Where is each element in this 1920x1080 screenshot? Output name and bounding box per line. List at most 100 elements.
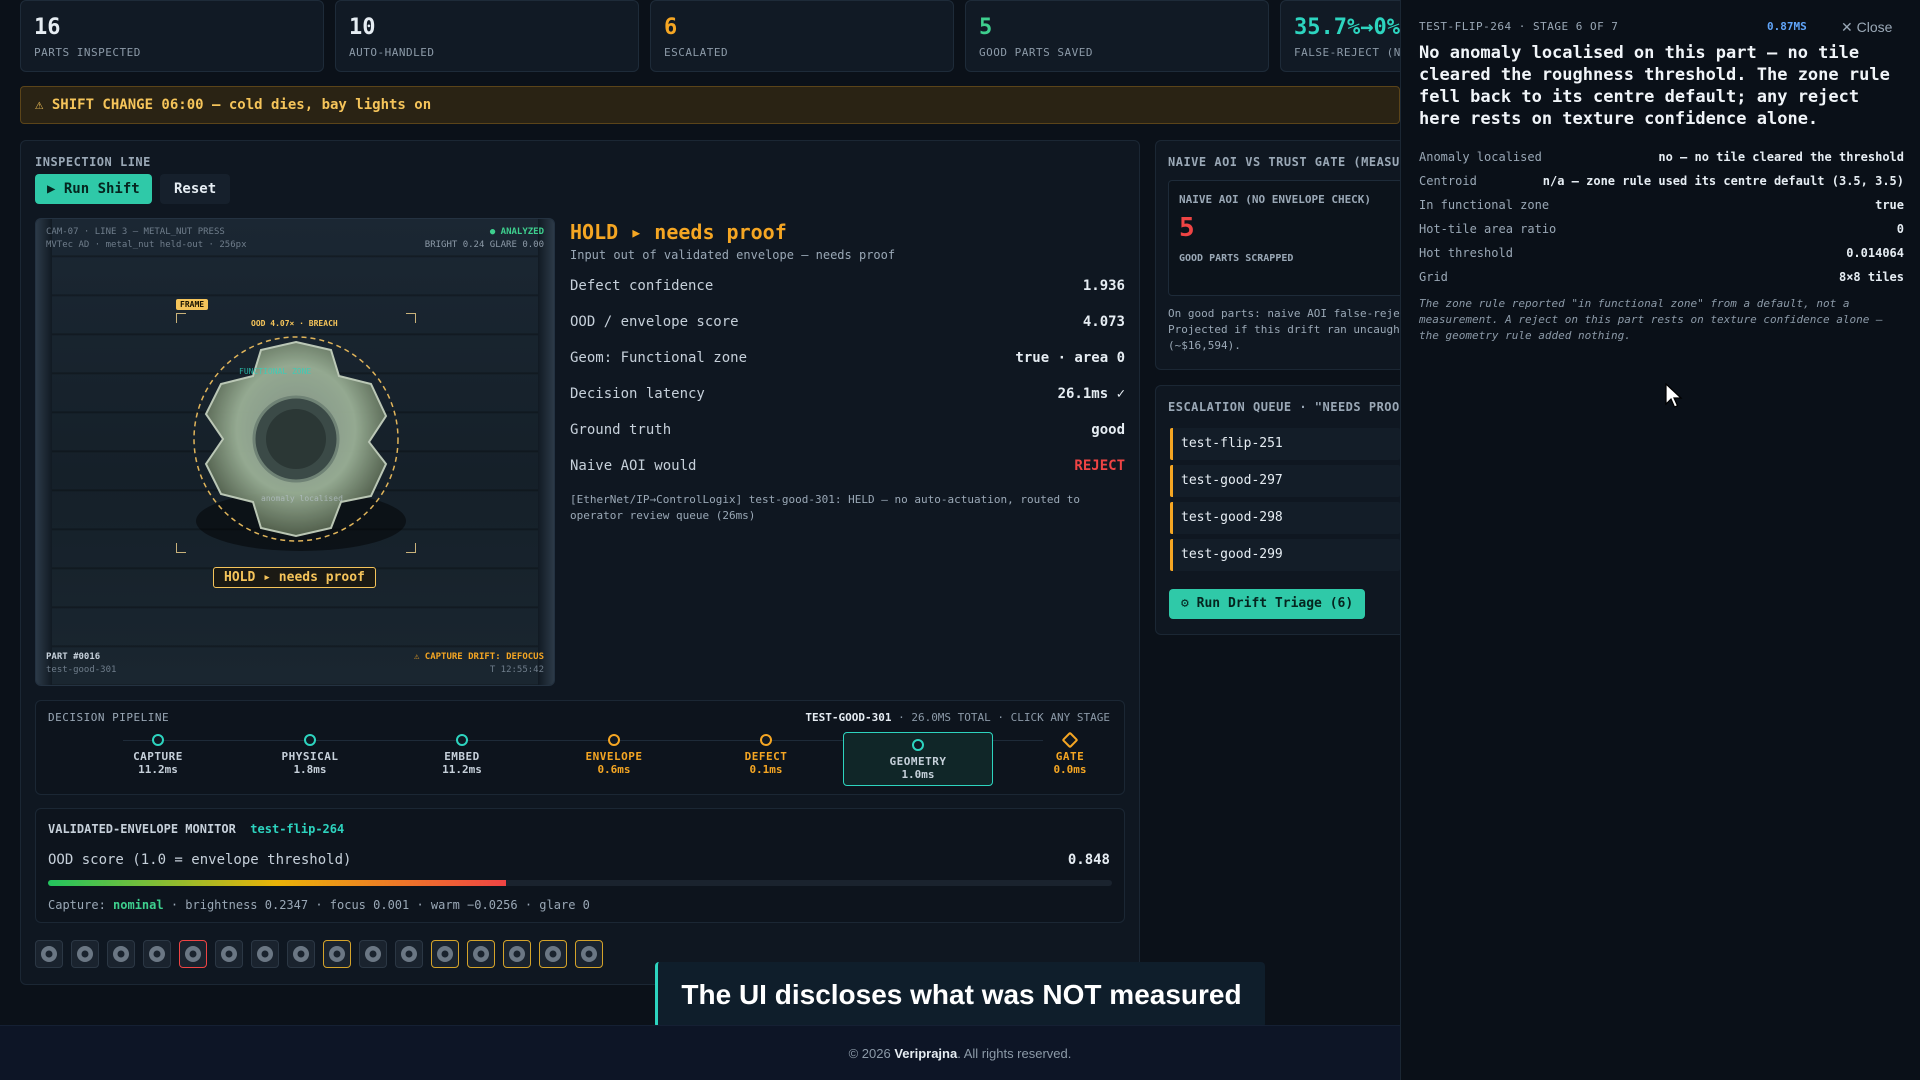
fact-row: Anomaly localised no — no tile cleared th… <box>1419 150 1904 164</box>
camera-header-left-2: MVTec AD · metal_nut held-out · 256px <box>46 240 247 250</box>
queue-item[interactable]: test-good-297 <box>1170 465 1400 497</box>
stage-heading: No anomaly localised on this part — no t… <box>1419 43 1890 129</box>
kpi-value: 6 <box>664 15 678 40</box>
analyzed-status: ● ANALYZED <box>489 227 544 237</box>
part-id: test-good-301 <box>46 665 117 675</box>
capture-state: nominal <box>113 898 164 912</box>
metal-nut-icon <box>329 946 345 962</box>
frame-tag: FRAME <box>176 299 209 310</box>
shift-change-banner: ⚠ SHIFT CHANGE 06:00 — cold dies, bay li… <box>20 86 1400 124</box>
kpi-parts-inspected: 16 PARTS INSPECTED <box>20 0 324 72</box>
decision-heading: HOLD ▸ needs proof <box>570 220 787 244</box>
stage-capture[interactable]: CAPTURE 11.2ms <box>83 734 233 776</box>
stage-geometry[interactable]: GEOMETRY 1.0ms <box>843 732 993 786</box>
metal-nut-icon <box>185 946 201 962</box>
part-thumbnail[interactable] <box>539 940 567 968</box>
plc-log: [EtherNet/IP→ControlLogix] test-good-301… <box>570 493 1080 522</box>
metal-nut-icon <box>149 946 165 962</box>
metal-nut-image <box>193 336 399 542</box>
metric-row: Defect confidence 1.936 <box>570 278 1125 294</box>
metal-nut-icon <box>257 946 273 962</box>
queue-item[interactable]: test-good-298 <box>1170 502 1400 534</box>
part-thumbnail[interactable] <box>287 940 315 968</box>
part-thumbnail[interactable] <box>179 940 207 968</box>
bright-glare-readout: BRIGHT 0.24 GLARE 0.00 <box>424 240 544 250</box>
metric-row: Naive AOI would REJECT <box>570 458 1125 474</box>
metric-row: OOD / envelope score 4.073 <box>570 314 1125 330</box>
video-caption: The UI discloses what was NOT measured <box>655 962 1265 1028</box>
kpi-value: 10 <box>349 15 376 40</box>
metric-row: Ground truth good <box>570 422 1125 438</box>
naive-aoi-notes: On good parts: naive AOI false-reje Proj… <box>1168 307 1400 352</box>
kpi-false-reject: 35.7%→0% FALSE-REJECT (N <box>1280 0 1420 72</box>
fact-row: Hot-tile area ratio 0 <box>1419 222 1904 236</box>
metal-nut-icon <box>581 946 597 962</box>
stage-physical[interactable]: PHYSICAL 1.8ms <box>235 734 385 776</box>
reset-button[interactable]: Reset <box>160 174 231 204</box>
metal-nut-icon <box>545 946 561 962</box>
kpi-label: FALSE-REJECT (N <box>1294 46 1401 59</box>
kpi-value: 35.7%→0% <box>1294 15 1400 40</box>
kpi-value: 16 <box>34 15 61 40</box>
part-thumbnail[interactable] <box>323 940 351 968</box>
close-button[interactable]: ✕ Close <box>1841 19 1892 36</box>
kpi-auto-handled: 10 AUTO-HANDLED <box>335 0 639 72</box>
capture-readout: Capture: nominal · brightness 0.2347 · f… <box>48 898 590 912</box>
queue-item[interactable]: test-good-299 <box>1170 539 1400 571</box>
naive-vs-gate-title: NAIVE AOI VS TRUST GATE (MEASU <box>1168 155 1400 169</box>
metal-nut-icon <box>473 946 489 962</box>
ood-score-track <box>48 880 1112 886</box>
part-thumbnail[interactable] <box>395 940 423 968</box>
kpi-escalated: 6 ESCALATED <box>650 0 954 72</box>
kpi-label: AUTO-HANDLED <box>349 46 435 59</box>
metal-nut-icon <box>41 946 57 962</box>
metal-nut-icon <box>365 946 381 962</box>
capture-drift-warning: ⚠ CAPTURE DRIFT: DEFOCUS <box>413 652 544 662</box>
ood-score-bar <box>48 880 506 886</box>
part-thumbnail[interactable] <box>107 940 135 968</box>
run-shift-button[interactable]: ▶ Run Shift <box>35 174 152 204</box>
ood-score-label: OOD score (1.0 = envelope threshold) <box>48 852 352 868</box>
brand-name: Veriprajna <box>894 1046 958 1061</box>
part-thumbnail[interactable] <box>467 940 495 968</box>
fact-row: Centroid n/a — zone rule used its centre … <box>1419 174 1904 188</box>
queue-item[interactable]: test-flip-251 <box>1170 428 1400 460</box>
footer-text: © 2026 Veriprajna. All rights reserved. <box>848 1046 1072 1061</box>
metal-nut-icon <box>77 946 93 962</box>
stage-facts: Anomaly localised no — no tile cleared th… <box>1419 145 1904 289</box>
mouse-cursor-icon <box>1665 383 1683 408</box>
inspection-title: INSPECTION LINE <box>35 155 151 169</box>
part-thumbnail[interactable] <box>215 940 243 968</box>
camera-view[interactable]: CAM-07 · LINE 3 — METAL_NUT PRESS MVTec … <box>35 218 555 686</box>
part-thumbnail[interactable] <box>35 940 63 968</box>
stage-envelope[interactable]: ENVELOPE 0.6ms <box>539 734 689 776</box>
kpi-value: 5 <box>979 15 993 40</box>
stage-time: 0.87MS <box>1767 20 1807 33</box>
part-thumbnail[interactable] <box>503 940 531 968</box>
metal-nut-icon <box>221 946 237 962</box>
metric-row: Geom: Functional zone true · area 0 <box>570 350 1125 366</box>
part-thumbnail[interactable] <box>359 940 387 968</box>
naive-aoi-box: NAIVE AOI (NO ENVELOPE CHECK) 5 GOOD PAR… <box>1168 180 1408 296</box>
kpi-label: PARTS INSPECTED <box>34 46 141 59</box>
decision-metrics: Defect confidence 1.936 OOD / envelope sc… <box>570 268 1125 484</box>
kpi-label: GOOD PARTS SAVED <box>979 46 1093 59</box>
kpi-label: ESCALATED <box>664 46 729 59</box>
stage-gate[interactable]: GATE 0.0ms <box>995 731 1145 776</box>
part-thumbnail[interactable] <box>251 940 279 968</box>
metal-nut-icon <box>401 946 417 962</box>
stage-embed[interactable]: EMBED 11.2ms <box>387 734 537 776</box>
part-thumbnail[interactable] <box>71 940 99 968</box>
capture-time: T 12:55:42 <box>489 665 544 675</box>
part-thumbnail[interactable] <box>431 940 459 968</box>
naive-aoi-box-label: GOOD PARTS SCRAPPED <box>1179 253 1294 264</box>
stage-defect[interactable]: DEFECT 0.1ms <box>691 734 841 776</box>
metal-nut-icon <box>437 946 453 962</box>
part-thumbnail[interactable] <box>575 940 603 968</box>
run-drift-triage-button[interactable]: ⚙ Run Drift Triage (6) <box>1169 589 1366 619</box>
stage-detail-panel: TEST-FLIP-264 · STAGE 6 OF 7 0.87MS ✕ Cl… <box>1400 0 1920 1080</box>
fact-row: In functional zone true <box>1419 198 1904 212</box>
metal-nut-icon <box>113 946 129 962</box>
part-thumbnail[interactable] <box>143 940 171 968</box>
anomaly-tag: anomaly localised <box>261 494 343 503</box>
